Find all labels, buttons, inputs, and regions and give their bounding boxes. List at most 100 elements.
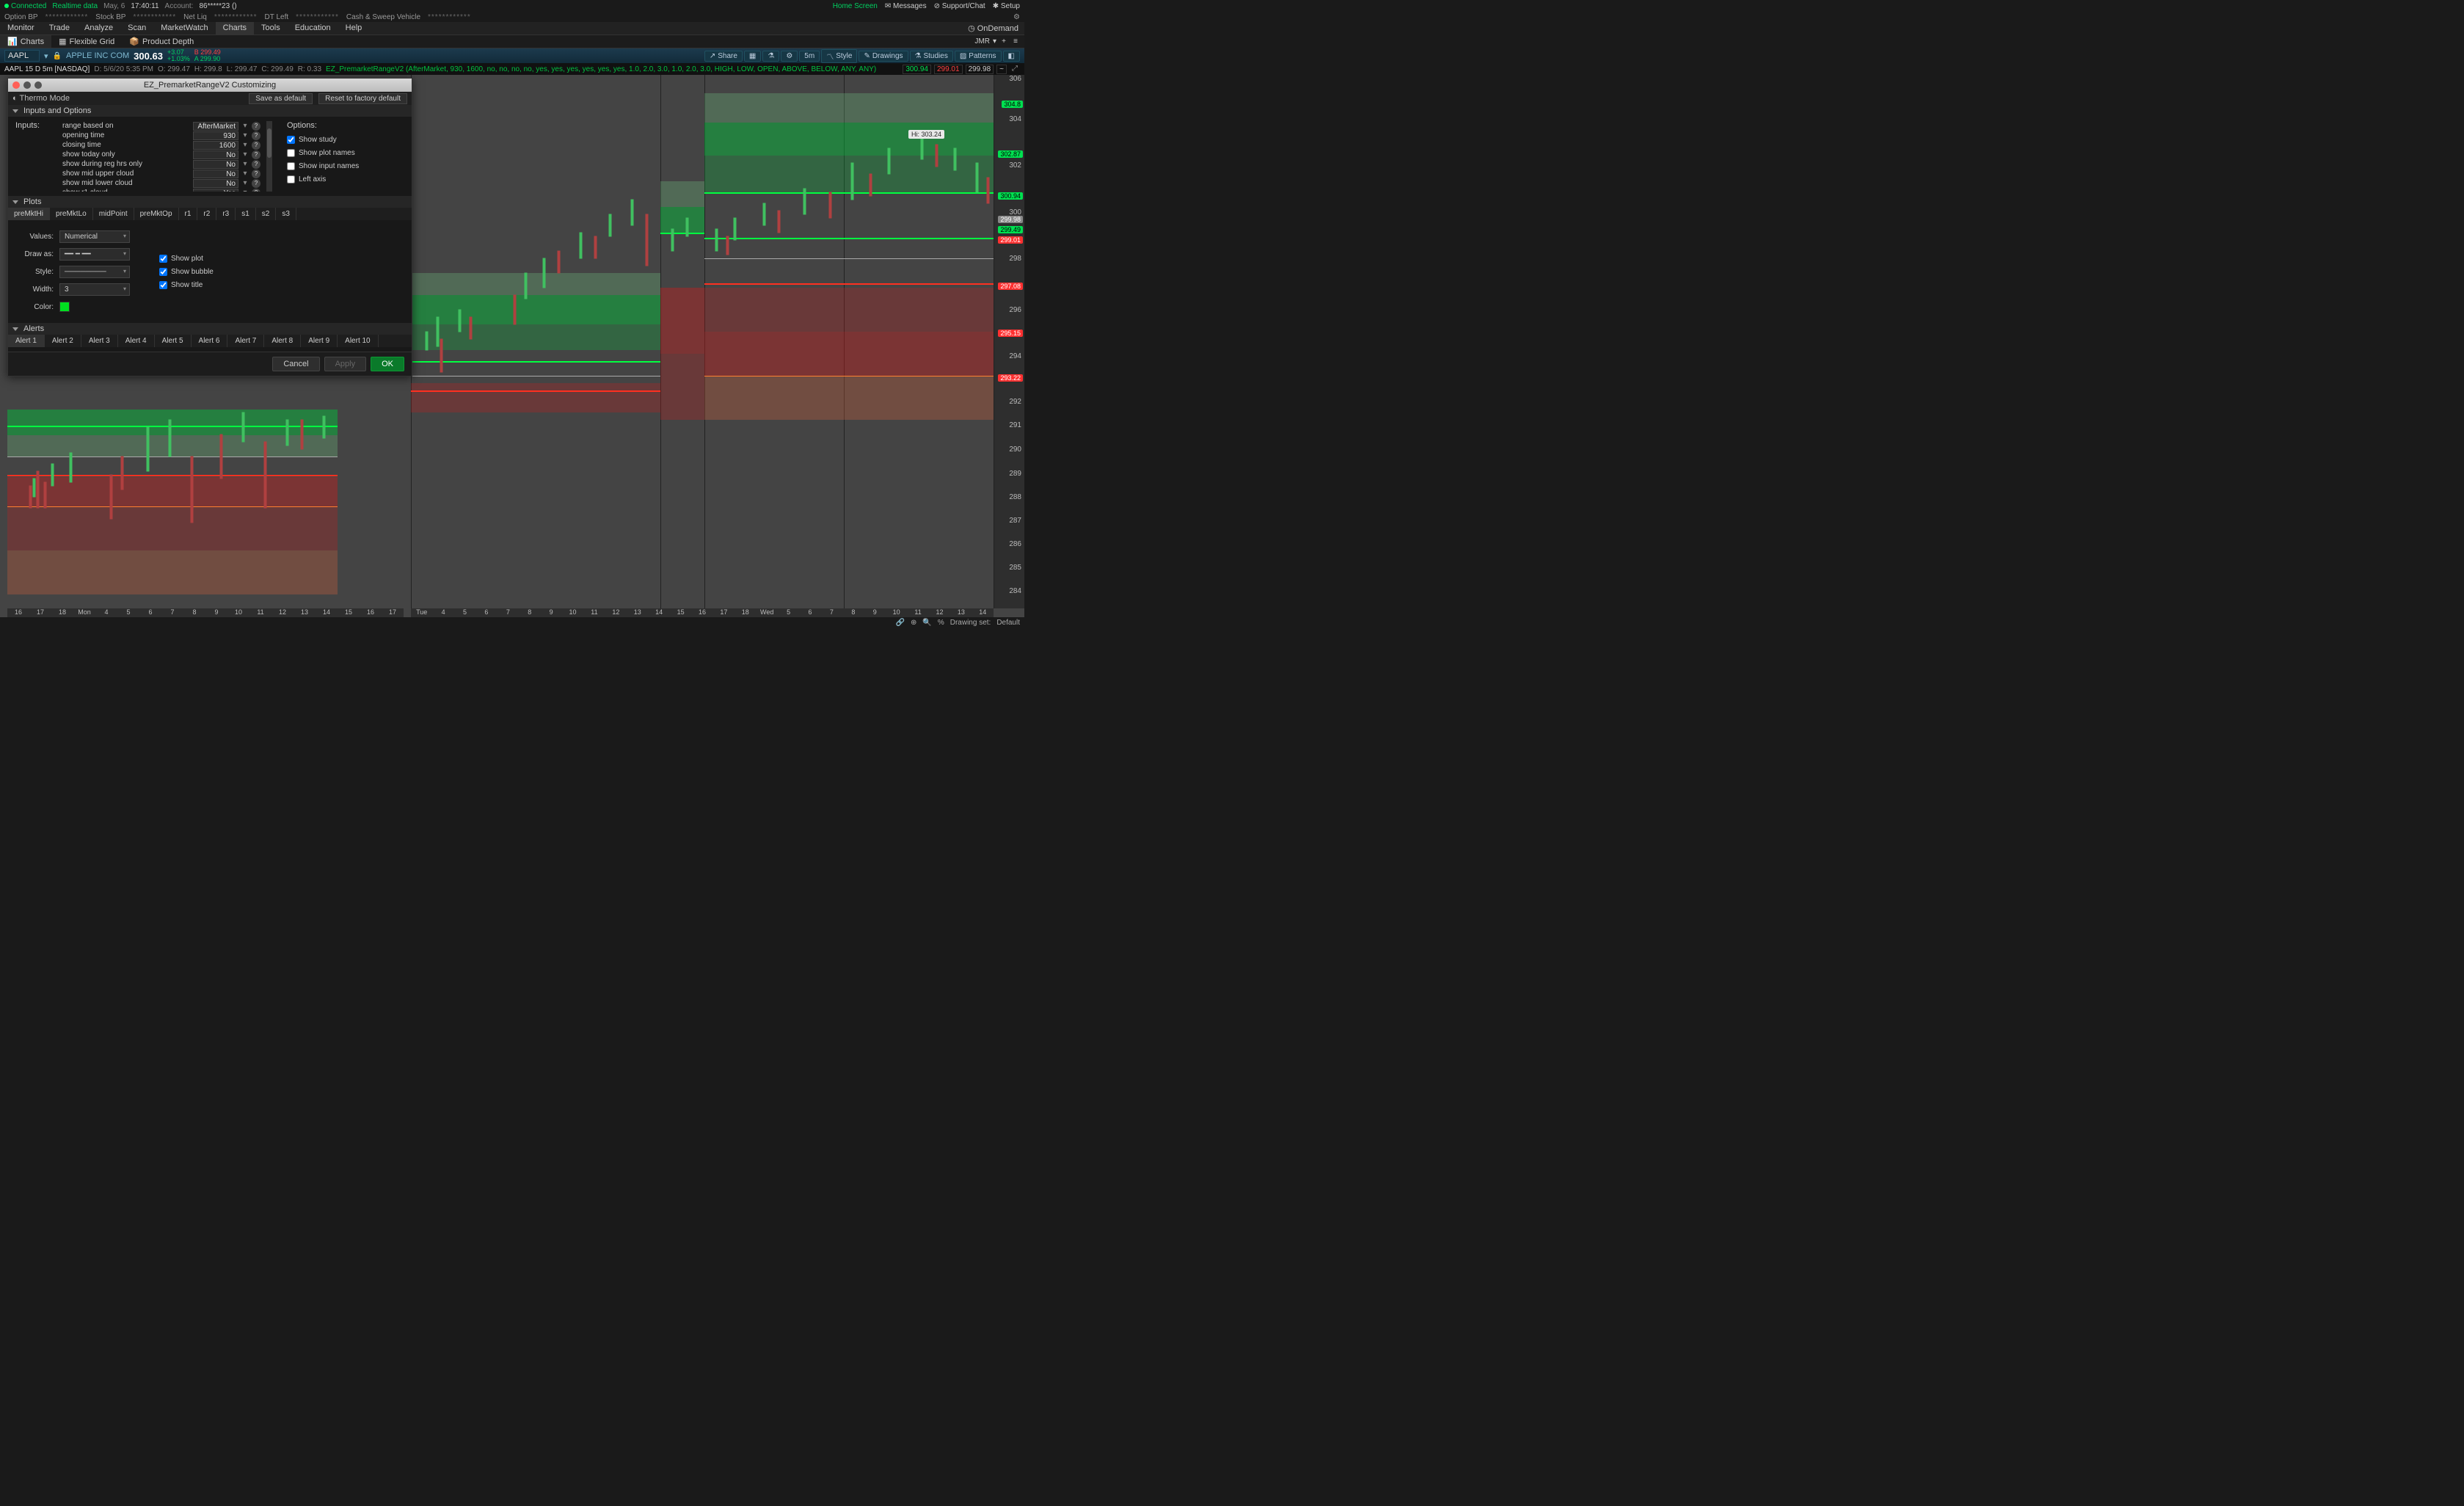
home-screen-link[interactable]: Home Screen (833, 2, 878, 10)
plot-tab-premktlo[interactable]: preMktLo (50, 208, 93, 220)
alerts-section-header[interactable]: Alerts (8, 323, 412, 335)
workspace-menu-icon[interactable]: ≡ (1011, 37, 1020, 46)
alert-tab-4[interactable]: Alert 4 (118, 335, 155, 347)
workspace-label[interactable]: JMR (974, 37, 990, 46)
menu-education[interactable]: Education (288, 22, 338, 34)
menu-monitor[interactable]: Monitor (0, 22, 42, 34)
menu-charts[interactable]: Charts (216, 22, 254, 34)
cancel-button[interactable]: Cancel (272, 357, 319, 371)
plot-tab-r2[interactable]: r2 (197, 208, 216, 220)
menu-help[interactable]: Help (338, 22, 370, 34)
alert-tab-3[interactable]: Alert 3 (81, 335, 118, 347)
dialog-titlebar[interactable]: EZ_PremarketRangeV2 Customizing (8, 79, 412, 92)
input-value[interactable]: 930 (193, 131, 238, 140)
subtab-charts[interactable]: 📊Charts (0, 35, 51, 48)
drawset-value[interactable]: Default (996, 619, 1020, 627)
help-icon[interactable]: ? (252, 122, 260, 131)
setup-link[interactable]: ✱ Setup (993, 2, 1020, 10)
menu-analyze[interactable]: Analyze (77, 22, 120, 34)
save-default-button[interactable]: Save as default (249, 93, 313, 104)
checkbox[interactable] (287, 136, 295, 144)
crosshair-icon[interactable]: ⊕ (911, 619, 916, 627)
chart-tool-1[interactable]: ▦ (744, 51, 761, 62)
input-value[interactable]: No (193, 170, 238, 178)
option-show-plot-names[interactable]: Show plot names (287, 146, 404, 159)
percent-icon[interactable]: % (938, 619, 944, 627)
close-window-icon[interactable] (12, 81, 20, 89)
chart-tool-2[interactable]: ⚗ (762, 51, 779, 62)
help-icon[interactable]: ? (252, 160, 260, 169)
gear-icon[interactable]: ⚙ (1013, 13, 1020, 21)
sidebar-toggle-icon[interactable]: ◧ (1003, 51, 1020, 62)
plotopt-show-bubble[interactable]: Show bubble (159, 265, 214, 278)
interval-button[interactable]: 5m (799, 51, 820, 62)
checkbox[interactable] (159, 255, 167, 263)
input-value[interactable]: 1600 (193, 141, 238, 150)
zoom-icon[interactable]: 🔍 (922, 619, 931, 627)
menu-tools[interactable]: Tools (254, 22, 288, 34)
plots-section-header[interactable]: Plots (8, 196, 412, 208)
lock-icon[interactable]: 🔒 (53, 52, 62, 60)
style-select[interactable]: ──────── (59, 266, 130, 278)
subtab-flexible-grid[interactable]: ▦Flexible Grid (51, 35, 122, 48)
input-value[interactable]: No (193, 160, 238, 169)
inputs-section-header[interactable]: Inputs and Options (8, 105, 412, 117)
plot-tab-r3[interactable]: r3 (216, 208, 236, 220)
alert-tab-5[interactable]: Alert 5 (155, 335, 192, 347)
spinner-icon[interactable]: ▾ (241, 179, 249, 187)
spinner-icon[interactable]: ▾ (241, 160, 249, 168)
plot-tab-premktop[interactable]: preMktOp (134, 208, 179, 220)
ondemand-button[interactable]: ◷ OnDemand (962, 22, 1024, 34)
spinner-icon[interactable]: ▾ (241, 122, 249, 130)
input-value[interactable]: No (193, 179, 238, 188)
menu-scan[interactable]: Scan (120, 22, 153, 34)
plotopt-show-title[interactable]: Show title (159, 278, 214, 291)
plot-tab-r1[interactable]: r1 (179, 208, 198, 220)
link-icon[interactable]: 🔗 (896, 619, 905, 627)
input-value[interactable]: Yes (193, 189, 238, 192)
option-show-study[interactable]: Show study (287, 133, 404, 146)
checkbox[interactable] (287, 162, 295, 170)
help-icon[interactable]: ? (252, 131, 260, 140)
symbol-dropdown-icon[interactable]: ▾ (44, 51, 48, 61)
drawas-select[interactable]: ━━ ━ ━━ (59, 248, 130, 261)
checkbox[interactable] (287, 149, 295, 157)
style-button[interactable]: 〽 Style (821, 49, 857, 63)
alert-tab-1[interactable]: Alert 1 (8, 335, 45, 347)
thermo-mode-button[interactable]: ◐ Thermo Mode (12, 94, 70, 103)
messages-link[interactable]: ✉ Messages (885, 2, 927, 10)
plot-tab-s3[interactable]: s3 (276, 208, 296, 220)
plot-tab-s1[interactable]: s1 (236, 208, 256, 220)
ok-button[interactable]: OK (371, 357, 404, 371)
input-value[interactable]: No (193, 150, 238, 159)
values-select[interactable]: Numerical (59, 230, 130, 243)
spinner-icon[interactable]: ▾ (241, 189, 249, 192)
spinner-icon[interactable]: ▾ (241, 170, 249, 178)
width-select[interactable]: 3 (59, 283, 130, 296)
alert-tab-8[interactable]: Alert 8 (264, 335, 301, 347)
share-button[interactable]: ↗ Share (704, 51, 743, 62)
alert-tab-2[interactable]: Alert 2 (45, 335, 81, 347)
input-value[interactable]: AfterMarket (193, 122, 238, 131)
menu-trade[interactable]: Trade (42, 22, 77, 34)
drawings-button[interactable]: ✎ Drawings (859, 51, 908, 62)
alert-tab-7[interactable]: Alert 7 (227, 335, 264, 347)
plot-tab-midpoint[interactable]: midPoint (93, 208, 134, 220)
patterns-button[interactable]: ▨ Patterns (955, 51, 1002, 62)
help-icon[interactable]: ? (252, 179, 260, 188)
alert-tab-10[interactable]: Alert 10 (338, 335, 378, 347)
help-icon[interactable]: ? (252, 141, 260, 150)
symbol-input[interactable] (4, 50, 40, 62)
studies-button[interactable]: ⚗ Studies (910, 51, 953, 62)
menu-marketwatch[interactable]: MarketWatch (153, 22, 215, 34)
chart-settings-icon[interactable]: ⚙ (781, 51, 798, 62)
inputs-scrollbar[interactable] (266, 121, 272, 192)
help-icon[interactable]: ? (252, 170, 260, 178)
reset-default-button[interactable]: Reset to factory default (318, 93, 407, 104)
support-link[interactable]: ⊘ Support/Chat (934, 2, 985, 10)
checkbox[interactable] (159, 268, 167, 276)
add-workspace-button[interactable]: + (999, 37, 1008, 46)
checkbox[interactable] (159, 281, 167, 289)
account-value[interactable]: 86*****23 () (199, 2, 236, 10)
spinner-icon[interactable]: ▾ (241, 131, 249, 139)
